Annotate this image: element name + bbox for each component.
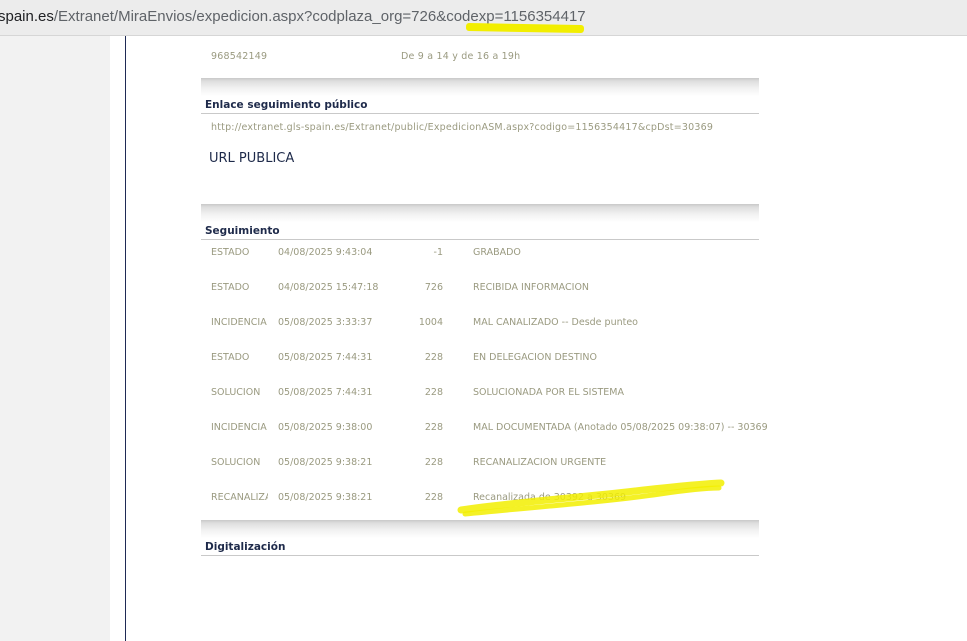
row-desc: SOLUCIONADA POR EL SISTEMA <box>473 387 624 398</box>
seguimiento-section-title: Seguimiento <box>205 225 280 237</box>
contact-hours: De 9 a 14 y de 16 a 19h <box>401 51 521 62</box>
row-date: 05/08/2025 7:44:31 <box>278 352 373 363</box>
row-code: 1004 <box>418 317 443 328</box>
address-bar[interactable]: spain.es/Extranet/MiraEnvios/expedicion.… <box>0 0 967 36</box>
row-type: INCIDENCIA <box>211 422 267 433</box>
row-date: 05/08/2025 9:38:00 <box>278 422 373 433</box>
left-panel <box>0 36 110 641</box>
row-code: 726 <box>424 282 443 293</box>
row-type: RECANALIZA <box>211 492 268 503</box>
row-desc: EN DELEGACION DESTINO <box>473 352 598 363</box>
row-date: 04/08/2025 9:43:04 <box>278 247 373 258</box>
row-date: 04/08/2025 15:47:18 <box>278 282 379 293</box>
digitalizacion-section-title: Digitalización <box>205 541 286 553</box>
row-code: 228 <box>424 352 443 363</box>
highlighter-scribble <box>457 479 725 517</box>
row-desc: RECANALIZACION URGENTE <box>473 457 607 468</box>
row-code: -1 <box>433 247 443 258</box>
row-code: 228 <box>424 492 443 503</box>
row-date: 05/08/2025 7:44:31 <box>278 387 373 398</box>
address-path: /Extranet/MiraEnvios/expedicion.aspx?cod… <box>53 8 586 25</box>
row-desc: GRABADO <box>473 247 521 258</box>
row-desc: MAL DOCUMENTADA (Anotado 05/08/2025 09:3… <box>473 422 768 433</box>
row-date: 05/08/2025 9:38:21 <box>278 492 373 503</box>
row-desc: RECIBIDA INFORMACION <box>473 282 590 293</box>
row-desc: MAL CANALIZADO -- Desde punteo <box>473 317 638 328</box>
row-code: 228 <box>424 387 443 398</box>
row-date: 05/08/2025 9:38:21 <box>278 457 373 468</box>
address-url[interactable]: spain.es/Extranet/MiraEnvios/expedicion.… <box>0 8 586 25</box>
row-code: 228 <box>424 457 443 468</box>
contact-phone: 968542149 <box>211 51 268 62</box>
row-type: INCIDENCIA <box>211 317 267 328</box>
enlace-section-title: Enlace seguimiento público <box>205 99 368 111</box>
row-type: SOLUCION <box>211 457 261 468</box>
content-border <box>125 36 126 641</box>
row-type: ESTADO <box>211 352 250 363</box>
row-date: 05/08/2025 3:33:37 <box>278 317 373 328</box>
row-type: SOLUCION <box>211 387 261 398</box>
seguimiento-section-header: Seguimiento <box>201 204 759 240</box>
digitalizacion-section-header: Digitalización <box>201 520 759 556</box>
enlace-section-header: Enlace seguimiento público <box>201 78 759 114</box>
row-type: ESTADO <box>211 282 250 293</box>
row-type: ESTADO <box>211 247 250 258</box>
row-code: 228 <box>424 422 443 433</box>
public-url-link[interactable]: URL PUBLICA <box>209 151 294 166</box>
tracking-url[interactable]: http://extranet.gls-spain.es/Extranet/pu… <box>211 122 713 133</box>
highlighter-mark <box>465 22 585 34</box>
address-host: spain.es <box>0 8 54 25</box>
